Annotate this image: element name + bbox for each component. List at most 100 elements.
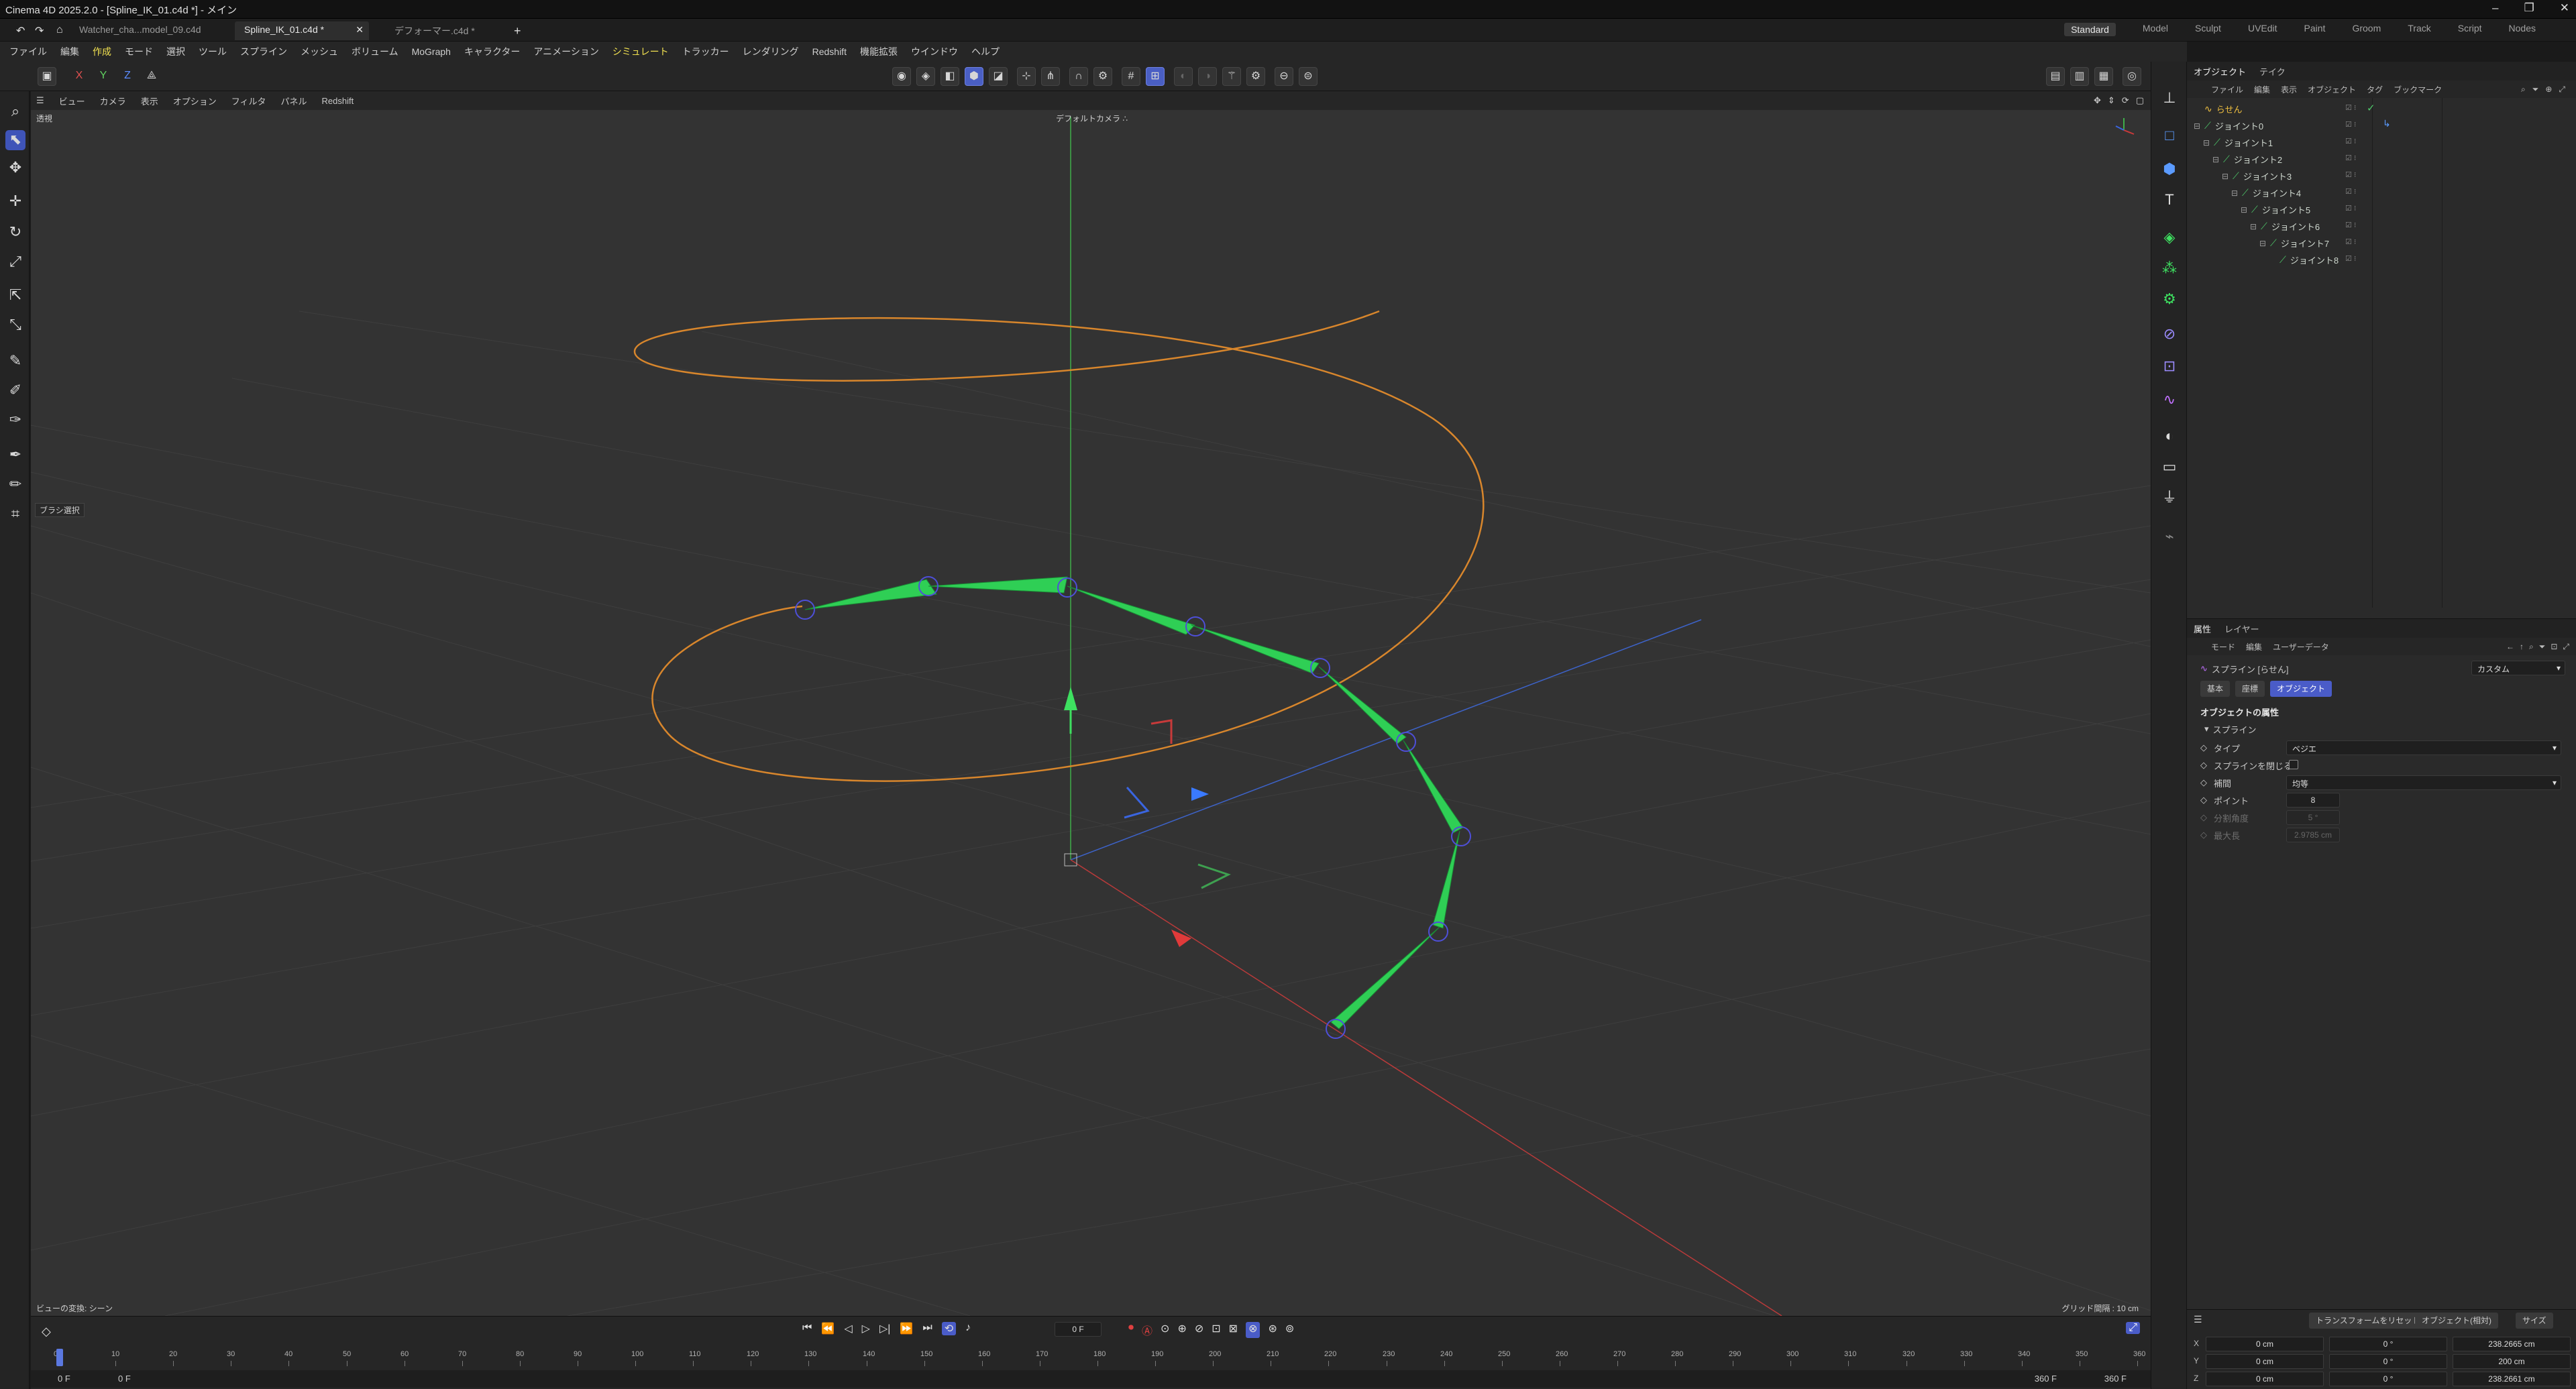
expand-toggle-icon[interactable]: ⊟ bbox=[2194, 121, 2202, 131]
timeline-ruler[interactable]: 0102030405060708090100110120130140150160… bbox=[54, 1349, 2145, 1366]
menu-select[interactable]: 選択 bbox=[166, 45, 185, 58]
coord-rot-field[interactable]: 0 ° bbox=[2329, 1337, 2447, 1351]
bone-3[interactable] bbox=[1191, 624, 1320, 674]
expand-toggle-icon[interactable]: ⊟ bbox=[2203, 138, 2211, 148]
attr-field-value[interactable]: 5 ° bbox=[2286, 810, 2340, 825]
render-view-icon[interactable]: ◐ bbox=[1174, 67, 1193, 86]
animate-keyframe-icon[interactable]: ◇ bbox=[2200, 742, 2207, 753]
animate-keyframe-icon[interactable]: ◇ bbox=[2200, 760, 2207, 771]
symmetry-icon[interactable]: ⊖ bbox=[1275, 67, 1293, 86]
filter-icon[interactable]: ⏷ bbox=[2532, 85, 2539, 95]
pla-key-icon[interactable]: ⊗ bbox=[1246, 1322, 1260, 1338]
close-button[interactable]: ✕ bbox=[2560, 1, 2569, 15]
viewport-menu-panel[interactable]: パネル bbox=[280, 95, 307, 107]
tab-attributes[interactable]: 属性 bbox=[2194, 622, 2211, 635]
max-frame[interactable]: 360 F bbox=[2035, 1374, 2057, 1384]
layout-paint[interactable]: Paint bbox=[2304, 23, 2326, 36]
uv-mode-icon[interactable]: ◪ bbox=[989, 67, 1008, 86]
end-frame[interactable]: 360 F bbox=[2104, 1374, 2127, 1384]
add-layer-icon[interactable]: ⊕ bbox=[2545, 85, 2552, 95]
zoom-icon[interactable]: ⇕ bbox=[2108, 95, 2115, 106]
prev-frame-icon[interactable]: ◁ bbox=[844, 1322, 852, 1335]
menu-mode[interactable]: モード bbox=[125, 45, 153, 58]
visibility-toggle-icon[interactable]: ☑ ⁝ bbox=[2345, 254, 2356, 263]
menu-tracker[interactable]: トラッカー bbox=[682, 45, 729, 58]
timeline-expand-icon[interactable]: ⤢ bbox=[2126, 1322, 2140, 1334]
loop-icon[interactable]: ⟲ bbox=[941, 1322, 957, 1335]
next-key-icon[interactable]: ⏩ bbox=[900, 1322, 913, 1335]
min-frame[interactable]: 0 F bbox=[118, 1374, 131, 1384]
object-relative-dropdown[interactable]: オブジェクト(相対) bbox=[2415, 1313, 2498, 1329]
keyframe-selection-icon[interactable]: ⊙ bbox=[1161, 1322, 1169, 1338]
objects-menu-bookmarks[interactable]: ブックマーク bbox=[2394, 84, 2442, 95]
tab-doc-3[interactable]: デフォーマー.c4d * bbox=[385, 21, 484, 40]
bone-4[interactable] bbox=[1318, 666, 1407, 744]
expand-toggle-icon[interactable]: ⊟ bbox=[2250, 222, 2258, 231]
pen-tool-icon[interactable]: ✎ bbox=[5, 351, 25, 372]
object-tree-item[interactable]: ⊟ ⟋ ジョイント4 bbox=[2231, 184, 2301, 201]
camera-icon[interactable]: ▭ bbox=[2159, 457, 2180, 478]
reset-transform-button[interactable]: トランスフォームをリセット bbox=[2309, 1313, 2427, 1329]
orbit-icon[interactable]: ⟳ bbox=[2122, 95, 2129, 106]
y-rotate-handle[interactable] bbox=[1197, 863, 1231, 889]
viewport-menu-options[interactable]: オプション bbox=[173, 95, 217, 107]
visibility-toggle-icon[interactable]: ☑ ⁝ bbox=[2345, 204, 2356, 213]
objects-menu-view[interactable]: 表示 bbox=[2281, 84, 2297, 95]
visibility-toggle-icon[interactable]: ☑ ⁝ bbox=[2345, 154, 2356, 162]
layout-sculpt[interactable]: Sculpt bbox=[2195, 23, 2221, 36]
current-frame-field[interactable]: 0 F bbox=[1055, 1322, 1102, 1337]
coord-rot-field[interactable]: 0 ° bbox=[2329, 1354, 2447, 1369]
back-arrow-icon[interactable]: ← bbox=[2506, 642, 2514, 652]
start-frame[interactable]: 0 F bbox=[58, 1374, 70, 1384]
spline-icon[interactable]: ∿ bbox=[2159, 390, 2180, 410]
brush-select-icon[interactable]: ⌗ bbox=[5, 504, 25, 524]
object-tree-item[interactable]: ⊟ ⟋ ジョイント7 bbox=[2259, 235, 2329, 252]
visibility-toggle-icon[interactable]: ☑ ⁝ bbox=[2345, 221, 2356, 229]
render-region-icon[interactable]: ◑ bbox=[1198, 67, 1217, 86]
pan-icon[interactable]: ✥ bbox=[2094, 95, 2101, 106]
go-to-start-icon[interactable]: ⏮ bbox=[802, 1322, 812, 1335]
menu-render[interactable]: レンダリング bbox=[743, 45, 799, 58]
maximize-view-icon[interactable]: ▢ bbox=[2136, 95, 2144, 106]
menu-help[interactable]: ヘルプ bbox=[971, 45, 1000, 58]
live-select-icon[interactable]: ✥ bbox=[5, 158, 25, 178]
menu-character[interactable]: キャラクター bbox=[464, 45, 520, 58]
display-icon[interactable]: ◎ bbox=[2123, 67, 2141, 86]
deformer-icon[interactable]: ⊘ bbox=[2159, 325, 2180, 345]
layout-uvedit[interactable]: UVEdit bbox=[2248, 23, 2277, 36]
joint-handle-6[interactable] bbox=[1451, 826, 1471, 846]
expand-icon[interactable]: ⤢ bbox=[2559, 85, 2565, 95]
points-mode-icon[interactable]: ◉ bbox=[892, 67, 911, 86]
record-icon[interactable]: ⏺ bbox=[1128, 1322, 1134, 1338]
render-to-picture-viewer-icon[interactable]: ▥ bbox=[2070, 67, 2089, 86]
polygons-mode-icon[interactable]: ◧ bbox=[941, 67, 959, 86]
animate-keyframe-icon[interactable]: ◇ bbox=[2200, 812, 2207, 823]
visibility-toggle-icon[interactable]: ☑ ⁝ bbox=[2345, 120, 2356, 129]
settings-icon[interactable]: ⚙ bbox=[1093, 67, 1112, 86]
objects-menu-file[interactable]: ファイル bbox=[2211, 84, 2243, 95]
coordinate-system-icon[interactable]: ⟁ bbox=[142, 67, 161, 86]
custom-preset-dropdown[interactable]: カスタム ▾ bbox=[2471, 661, 2565, 675]
subtab-coords[interactable]: 座標 bbox=[2235, 681, 2265, 697]
coord-size-field[interactable]: 200 cm bbox=[2453, 1354, 2571, 1369]
objects-menu-tags[interactable]: タグ bbox=[2367, 84, 2383, 95]
go-to-end-icon[interactable]: ⏭ bbox=[922, 1322, 932, 1335]
viewport-menu-display[interactable]: 表示 bbox=[141, 95, 158, 107]
viewport-menu-filter[interactable]: フィルタ bbox=[231, 95, 266, 107]
multi-transform-icon[interactable]: ⤡ bbox=[5, 315, 25, 335]
scale-tool-icon[interactable]: ⤢ bbox=[5, 252, 25, 272]
attr-menu-userdata[interactable]: ユーザーデータ bbox=[2273, 641, 2329, 653]
param-key-icon[interactable]: ⊠ bbox=[1229, 1322, 1238, 1338]
coord-pos-field[interactable]: 0 cm bbox=[2206, 1337, 2324, 1351]
expand-toggle-icon[interactable]: ⊟ bbox=[2212, 155, 2220, 164]
subtab-object[interactable]: オブジェクト bbox=[2270, 681, 2332, 697]
object-tree-item[interactable]: ⊟ ⟋ ジョイント2 bbox=[2212, 151, 2282, 168]
menu-extensions[interactable]: 機能拡張 bbox=[860, 45, 898, 58]
model-mode-icon[interactable]: ⬢ bbox=[965, 67, 983, 86]
close-spline-checkbox[interactable] bbox=[2289, 760, 2298, 769]
text-icon[interactable]: T bbox=[2159, 190, 2180, 211]
lock-x-button[interactable]: X bbox=[70, 67, 89, 86]
null-object-icon[interactable]: □ bbox=[2159, 126, 2180, 146]
layout-model[interactable]: Model bbox=[2143, 23, 2168, 36]
size-dropdown[interactable]: サイズ bbox=[2516, 1313, 2553, 1329]
